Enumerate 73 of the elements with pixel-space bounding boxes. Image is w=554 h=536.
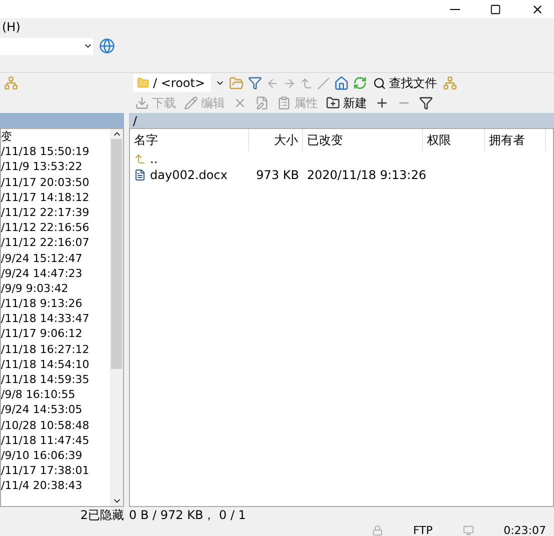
hidden-count: 2已隐藏 [80, 507, 124, 524]
scrollbar[interactable] [110, 129, 123, 506]
date-cell-text: /9/10 16:06:39 [1, 448, 84, 464]
date-cell-text: 2020/11/18 9:13:26 [306, 168, 423, 182]
search-icon [373, 76, 386, 90]
date-cell-text: /9/24 14:47:23 [1, 266, 84, 281]
delete-icon [233, 96, 247, 110]
date-cell-text: /11/18 16:27:12 [1, 342, 90, 357]
filter-icon [419, 96, 433, 110]
rename-icon [255, 96, 269, 110]
download-icon [135, 96, 149, 110]
date-cell-text: /11/18 14:33:47 [1, 311, 90, 326]
date-cell-text: /11/18 15:50:19 [1, 144, 90, 160]
date-cell-text: /11/18 9:13:26 [1, 296, 84, 312]
close-icon [531, 2, 544, 16]
column-header[interactable]: 名字 [130, 129, 249, 151]
date-cell-text: /11/17 9:06:12 [1, 326, 84, 342]
folder-icon [137, 77, 149, 89]
menu-item[interactable]: (H) [0, 20, 22, 34]
home-icon [334, 76, 349, 90]
selection-status: 0 B / 972 KB， 0 / 1 [129, 507, 246, 524]
column-header[interactable]: 变 [1, 129, 110, 144]
date-cell-text: /9/8 16:10:55 [1, 387, 76, 402]
session-field[interactable] [0, 38, 93, 54]
column-header[interactable]: 大小 [249, 129, 303, 151]
lock-icon [372, 524, 384, 536]
filter-icon [248, 76, 262, 90]
size-cell-text: 973 KB [255, 168, 300, 182]
session-time: 0:23:07 [504, 524, 546, 536]
new-folder-icon [326, 96, 340, 110]
date-cell-text: /11/4 20:38:43 [1, 478, 84, 494]
find-files-button[interactable]: 查找文件 [371, 74, 439, 92]
folder-tree-icon [443, 76, 457, 90]
date-cell-text: /11/18 11:47:45 [1, 432, 90, 448]
parent-folder-icon [300, 76, 313, 90]
date-cell-text: /9/9 9:03:42 [1, 280, 70, 296]
date-cell-text: /11/9 13:53:22 [1, 159, 84, 175]
date-cell-text: /9/24 15:12:47 [1, 250, 84, 266]
date-cell-text: /11/18 14:54:10 [1, 356, 90, 372]
folder-tree-icon [4, 76, 18, 90]
document-icon [134, 169, 146, 181]
forward-icon [283, 76, 296, 90]
date-cell-text: /11/12 22:16:07 [1, 235, 90, 250]
parent-folder-icon [134, 153, 146, 165]
column-header[interactable]: 权限 [423, 129, 485, 151]
toolbar-button[interactable]: 新建 [324, 94, 369, 112]
file-name-cell[interactable]: day002.docx [130, 168, 249, 182]
toolbar-button[interactable] [417, 94, 435, 112]
date-cell-text: /11/18 14:59:35 [1, 372, 90, 388]
pencil-icon [184, 96, 198, 110]
date-cell-text: /11/12 22:16:56 [1, 220, 90, 236]
date-cell-text: /9/24 14:53:05 [1, 402, 84, 418]
path-combo[interactable]: / <root> [133, 74, 211, 92]
file-name-cell[interactable]: .. [130, 152, 249, 166]
path-bar: / [129, 113, 554, 128]
column-header[interactable]: 已改变 [303, 129, 423, 151]
date-cell-text: /11/12 22:17:39 [1, 204, 90, 220]
globe-icon [99, 38, 115, 54]
root-icon [317, 76, 330, 90]
monitor-icon [462, 524, 474, 536]
open-folder-icon [229, 76, 244, 90]
maximize-icon [490, 4, 501, 14]
properties-icon [277, 96, 291, 110]
back-icon [266, 76, 279, 90]
date-cell-text: /10/28 10:58:48 [1, 418, 90, 433]
refresh-icon [353, 76, 367, 90]
plus-icon [375, 96, 389, 110]
date-cell-text: /11/17 14:18:12 [1, 190, 90, 205]
minimize-icon [450, 8, 460, 10]
column-header[interactable]: 拥有者 [485, 129, 546, 151]
protocol-label: FTP [413, 524, 433, 536]
date-cell-text: /11/17 17:38:01 [1, 463, 90, 478]
date-cell-text: /11/17 20:03:50 [1, 174, 90, 190]
